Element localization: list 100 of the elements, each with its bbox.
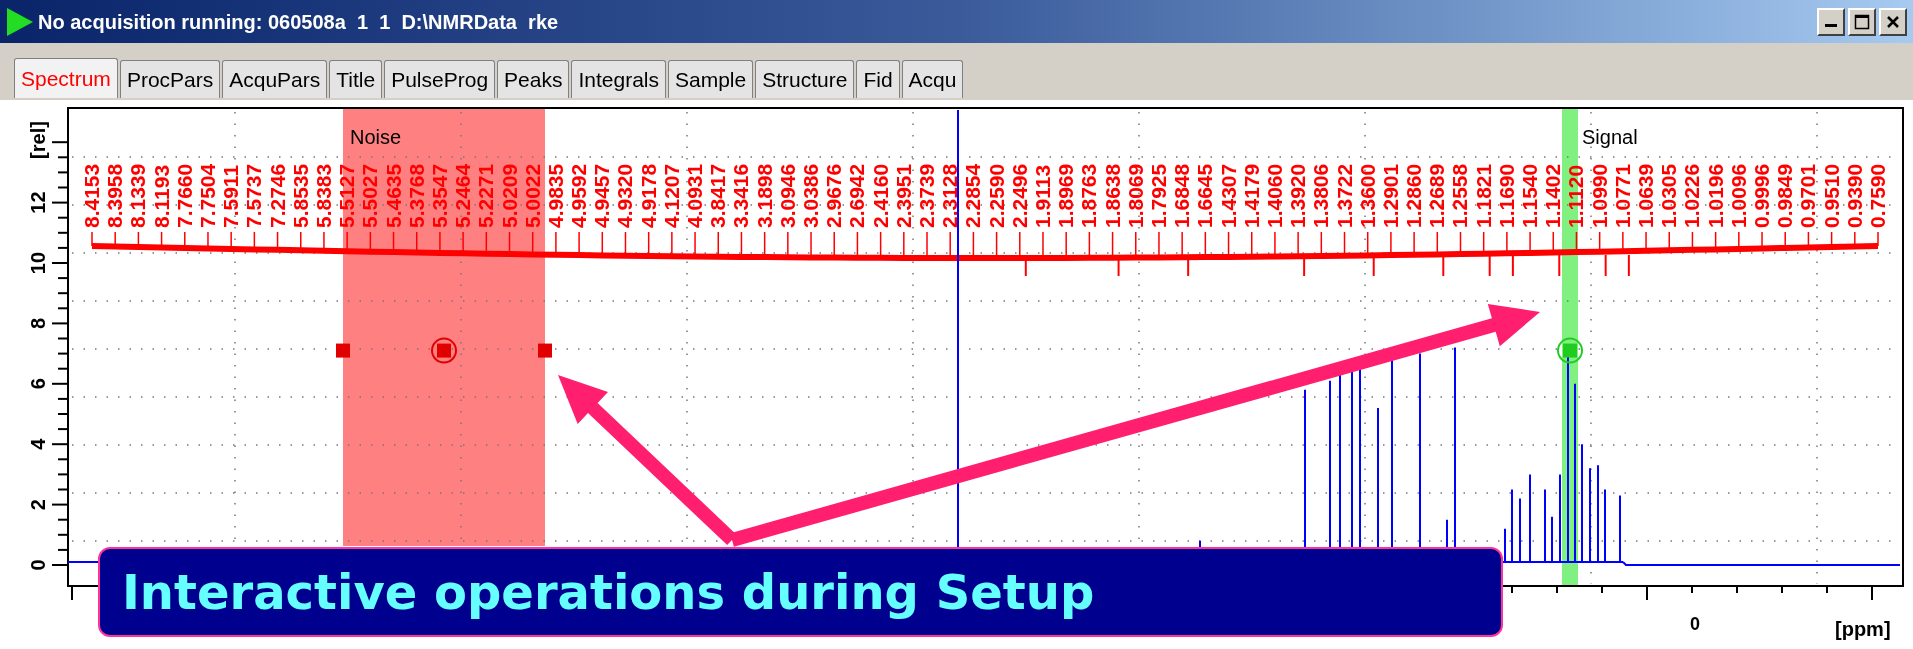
play-icon [6,6,34,37]
peak-label: 1.8069 [1123,163,1147,228]
minimize-icon [1825,24,1837,27]
peak-label: 2.2854 [961,163,985,228]
window-title: No acquisition running: 060508a 1 1 D:\NMRData rke [38,9,559,35]
peak-label: 2.4160 [868,163,892,228]
tab[interactable]: PulseProg [384,60,496,98]
peak-label: 8.4153 [80,163,103,228]
peak-label: 1.2901 [1378,163,1402,228]
peak-label: 3.1898 [752,163,776,228]
peak-label: 2.9676 [822,163,846,228]
peak-label: 1.3722 [1332,163,1356,228]
peak-label: 4.0931 [683,163,707,228]
peak-label: 1.1540 [1518,163,1542,228]
region-center-handle[interactable] [1557,337,1583,364]
peak-label: 5.2464 [451,163,475,228]
y-tick-label: 2 [27,499,49,511]
peak-label: 1.7925 [1146,163,1170,228]
peak-label: 4.9457 [590,163,614,228]
peak-label: 1.1120 [1564,164,1588,228]
peak-label: 2.6942 [845,163,869,228]
peak-label: 2.3951 [891,163,915,228]
peak-label: 8.1193 [149,164,173,228]
peak-label: 3.0386 [799,163,823,228]
minimize-button[interactable] [1817,7,1845,36]
tab[interactable]: AcquPars [222,60,328,98]
peak-label: 5.5027 [358,163,382,228]
peak-label: 0.7590 [1866,163,1889,228]
peak-label: 7.7660 [172,163,196,228]
peak-label: 2.2590 [984,163,1008,228]
peak-label: 0.9849 [1773,163,1797,228]
peak-label: 1.8638 [1100,163,1124,228]
peak-label: 5.8383 [311,163,335,228]
peak-label: 4.9178 [636,163,660,228]
peak-label: 5.3768 [404,163,428,228]
y-tick-label: 10 [27,251,49,275]
peak-label: 5.4635 [381,163,405,228]
peak-label: 0.9510 [1819,163,1843,228]
peak-label: 1.9113 [1031,164,1054,228]
peak-label: 3.8417 [706,163,730,228]
peak-label: 2.3128 [938,163,962,228]
y-tick-label: 12 [27,191,49,214]
caption-banner: Interactive operations during Setup [98,547,1503,637]
peak-label: 1.6848 [1170,163,1194,228]
peak-label: 5.2271 [474,163,498,228]
peak-label: 7.5911 [219,164,243,228]
maximize-icon [1854,13,1870,30]
tab[interactable]: Spectrum [14,58,118,98]
tab[interactable]: Acqu [901,60,964,98]
peak-label: 1.2860 [1402,163,1426,228]
x-tick-label: 0 [1690,614,1700,634]
tab[interactable]: Integrals [571,60,666,98]
peak-label: 5.0209 [497,163,521,228]
peak-label: 5.5127 [335,163,359,228]
peak-label: 3.0946 [775,163,799,228]
peak-label: 1.0226 [1680,163,1704,228]
peak-label: 0.9701 [1796,163,1820,228]
peak-label: 3.3416 [729,163,753,228]
peak-label: 1.8763 [1077,163,1101,228]
tab[interactable]: Structure [755,60,855,98]
tab[interactable]: Sample [668,60,754,98]
peak-label: 4.9592 [567,163,591,228]
peak-label: 1.0990 [1587,163,1611,228]
peak-label: 2.2496 [1007,163,1031,228]
peak-label: 1.0196 [1703,163,1727,228]
peak-label: 5.8535 [288,163,312,228]
peak-label: 1.3920 [1286,163,1310,228]
y-tick-label: 6 [27,378,49,390]
tab[interactable]: ProcPars [119,60,221,98]
peak-label: 2.3739 [915,163,938,228]
peak-label: 5.0022 [520,163,544,228]
peak-label: 7.2746 [265,163,289,228]
peak-label: 1.0639 [1634,163,1658,228]
peak-label: 4.9835 [543,163,567,228]
peak-label: 1.0096 [1726,163,1750,228]
peak-label: 1.8969 [1054,163,1078,228]
y-tick-label: 4 [27,438,49,450]
tab[interactable]: Title [329,60,383,98]
x-axis-unit: [ppm] [1835,618,1891,640]
peak-label: 8.1339 [126,163,150,228]
peak-label: 1.6645 [1193,163,1217,228]
close-button[interactable] [1879,7,1907,36]
peak-label: 4.1207 [659,163,683,228]
close-icon [1886,14,1900,29]
region-center-handle[interactable] [431,337,457,364]
peak-label: 1.1402 [1541,163,1565,228]
peak-label: 1.2689 [1425,163,1449,228]
region-label: Signal [1582,126,1638,148]
peak-label: 7.5737 [242,163,266,228]
peak-label: 1.0771 [1610,163,1634,228]
region-label: Noise [350,126,402,148]
tab[interactable]: Peaks [497,60,570,98]
peak-label: 1.4307 [1216,163,1240,228]
peak-label: 1.4060 [1262,163,1286,228]
peak-label: 7.7504 [195,163,219,228]
maximize-button[interactable] [1848,7,1876,36]
y-tick-label: 0 [27,559,49,571]
tab[interactable]: Fid [856,60,900,98]
peak-label: 1.4179 [1239,163,1263,228]
peak-label: 1.0305 [1657,163,1681,228]
